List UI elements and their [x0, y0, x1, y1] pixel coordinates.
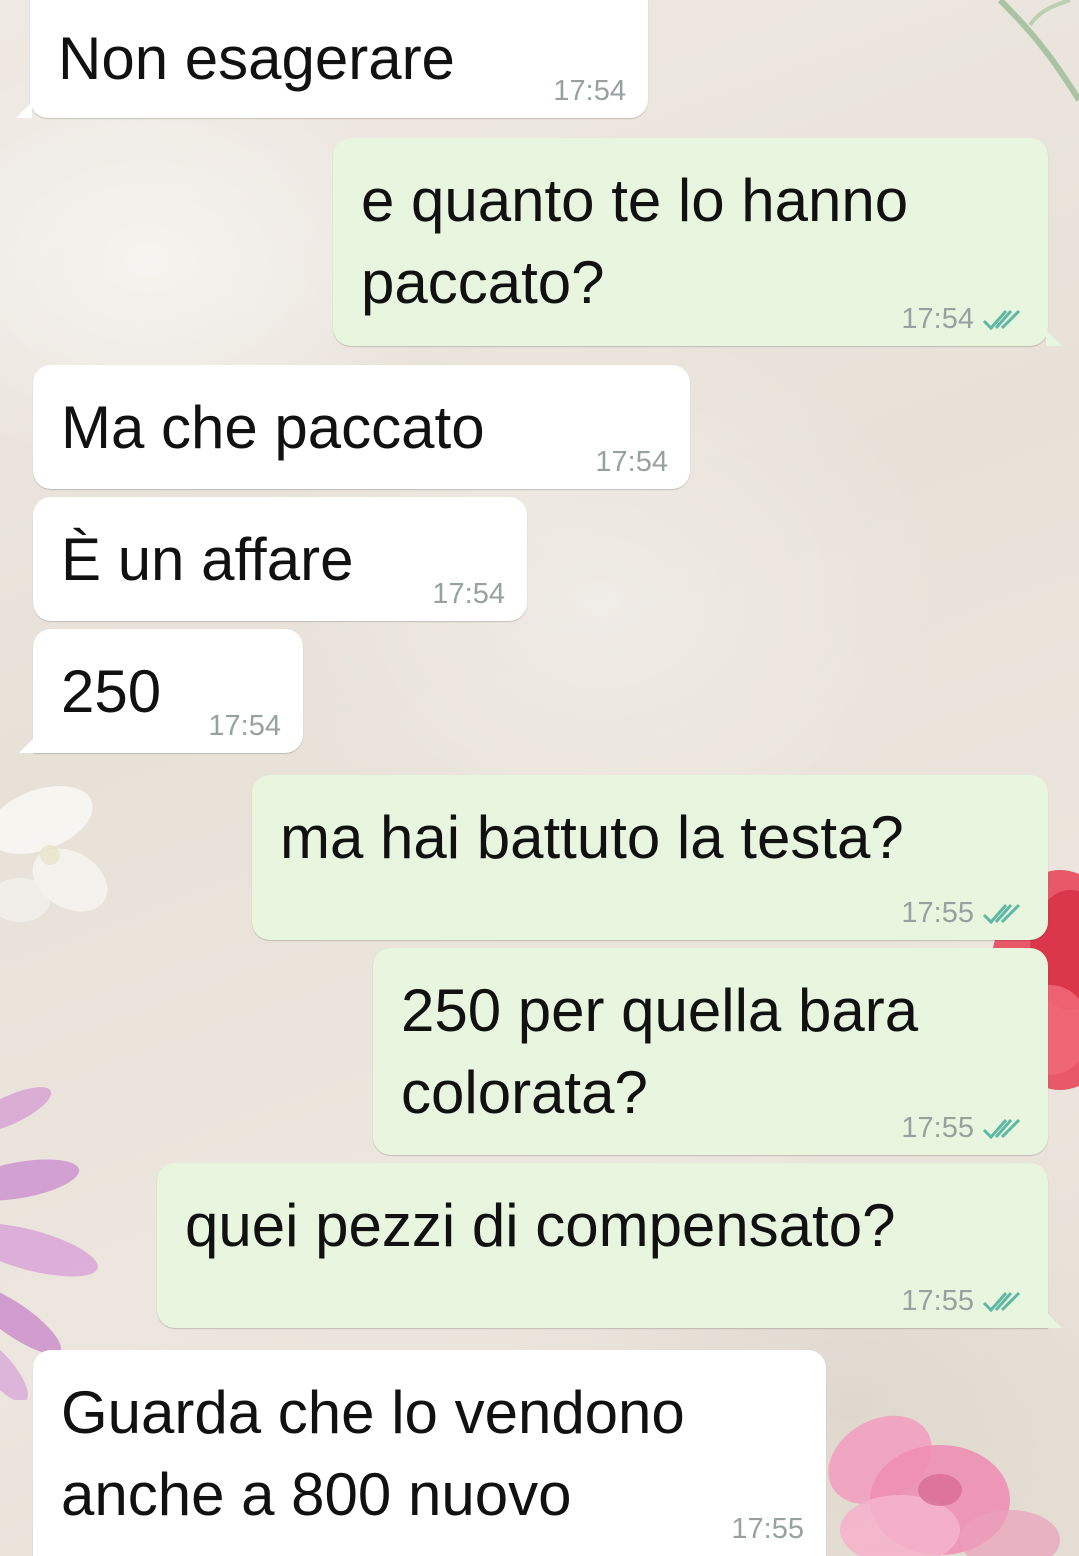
message-bubble-incoming[interactable]: 250 17:54	[19, 629, 303, 753]
pink-flower-decoration	[828, 1415, 1060, 1556]
message-bubble-incoming[interactable]: Ma che paccato 17:54	[33, 365, 690, 489]
message-meta: 17:55	[901, 897, 1026, 930]
message-timestamp: 17:54	[208, 710, 281, 742]
message-bubble-outgoing[interactable]: quei pezzi di compensato? 17:55	[157, 1163, 1062, 1328]
message-bubble-outgoing[interactable]: ma hai battuto la testa? 17:55	[252, 775, 1048, 940]
message-text: 250	[61, 658, 162, 725]
double-check-icon	[982, 309, 1021, 330]
message-bubble-outgoing[interactable]: 250 per quella bara colorata? 17:55	[373, 948, 1048, 1155]
bubble-tail	[19, 737, 35, 753]
message-bubble-incoming[interactable]: È un affare 17:54	[33, 497, 527, 621]
message-meta: 17:55	[901, 1285, 1026, 1318]
message-meta: 17:54	[901, 303, 1026, 336]
double-check-icon	[982, 903, 1021, 924]
message-bubble-outgoing[interactable]: e quanto te lo hanno paccato? 17:54	[333, 138, 1062, 346]
message-timestamp: 17:54	[901, 303, 974, 335]
message-meta: 17:55	[901, 1112, 1026, 1145]
message-text: Non esagerare	[58, 25, 455, 92]
message-timestamp: 17:54	[595, 446, 668, 478]
message-text-line: e quanto te lo hanno	[361, 167, 909, 234]
message-text: ma hai battuto la testa?	[280, 804, 904, 871]
message-timestamp: 17:54	[553, 75, 626, 107]
message-text: È un affare	[61, 526, 354, 593]
message-bubble-incoming[interactable]: Guarda che lo vendono anche a 800 nuovo …	[33, 1350, 826, 1556]
message-text-line: Guarda che lo vendono	[61, 1379, 685, 1446]
message-timestamp: 17:55	[901, 897, 974, 929]
message-text-line: 250 per quella bara	[401, 977, 919, 1044]
message-text-line: anche a 800 nuovo	[61, 1461, 572, 1528]
message-text-line: colorata?	[401, 1059, 648, 1126]
message-text: quei pezzi di compensato?	[185, 1192, 896, 1259]
message-bubble-incoming[interactable]: Non esagerare 17:54	[16, 0, 648, 118]
message-timestamp: 17:55	[731, 1513, 804, 1545]
message-text: Ma che paccato	[61, 394, 485, 461]
bubble-tail	[1046, 330, 1062, 346]
bubble-tail	[16, 102, 32, 118]
message-timestamp: 17:54	[432, 578, 505, 610]
double-check-icon	[982, 1118, 1021, 1139]
double-check-icon	[982, 1291, 1021, 1312]
message-timestamp: 17:55	[901, 1285, 974, 1317]
flower-stem-decoration	[997, 0, 1079, 102]
white-flower-decoration	[0, 786, 108, 922]
message-timestamp: 17:55	[901, 1112, 974, 1144]
bubble-tail	[1046, 1312, 1062, 1328]
message-text-line: paccato?	[361, 249, 605, 316]
